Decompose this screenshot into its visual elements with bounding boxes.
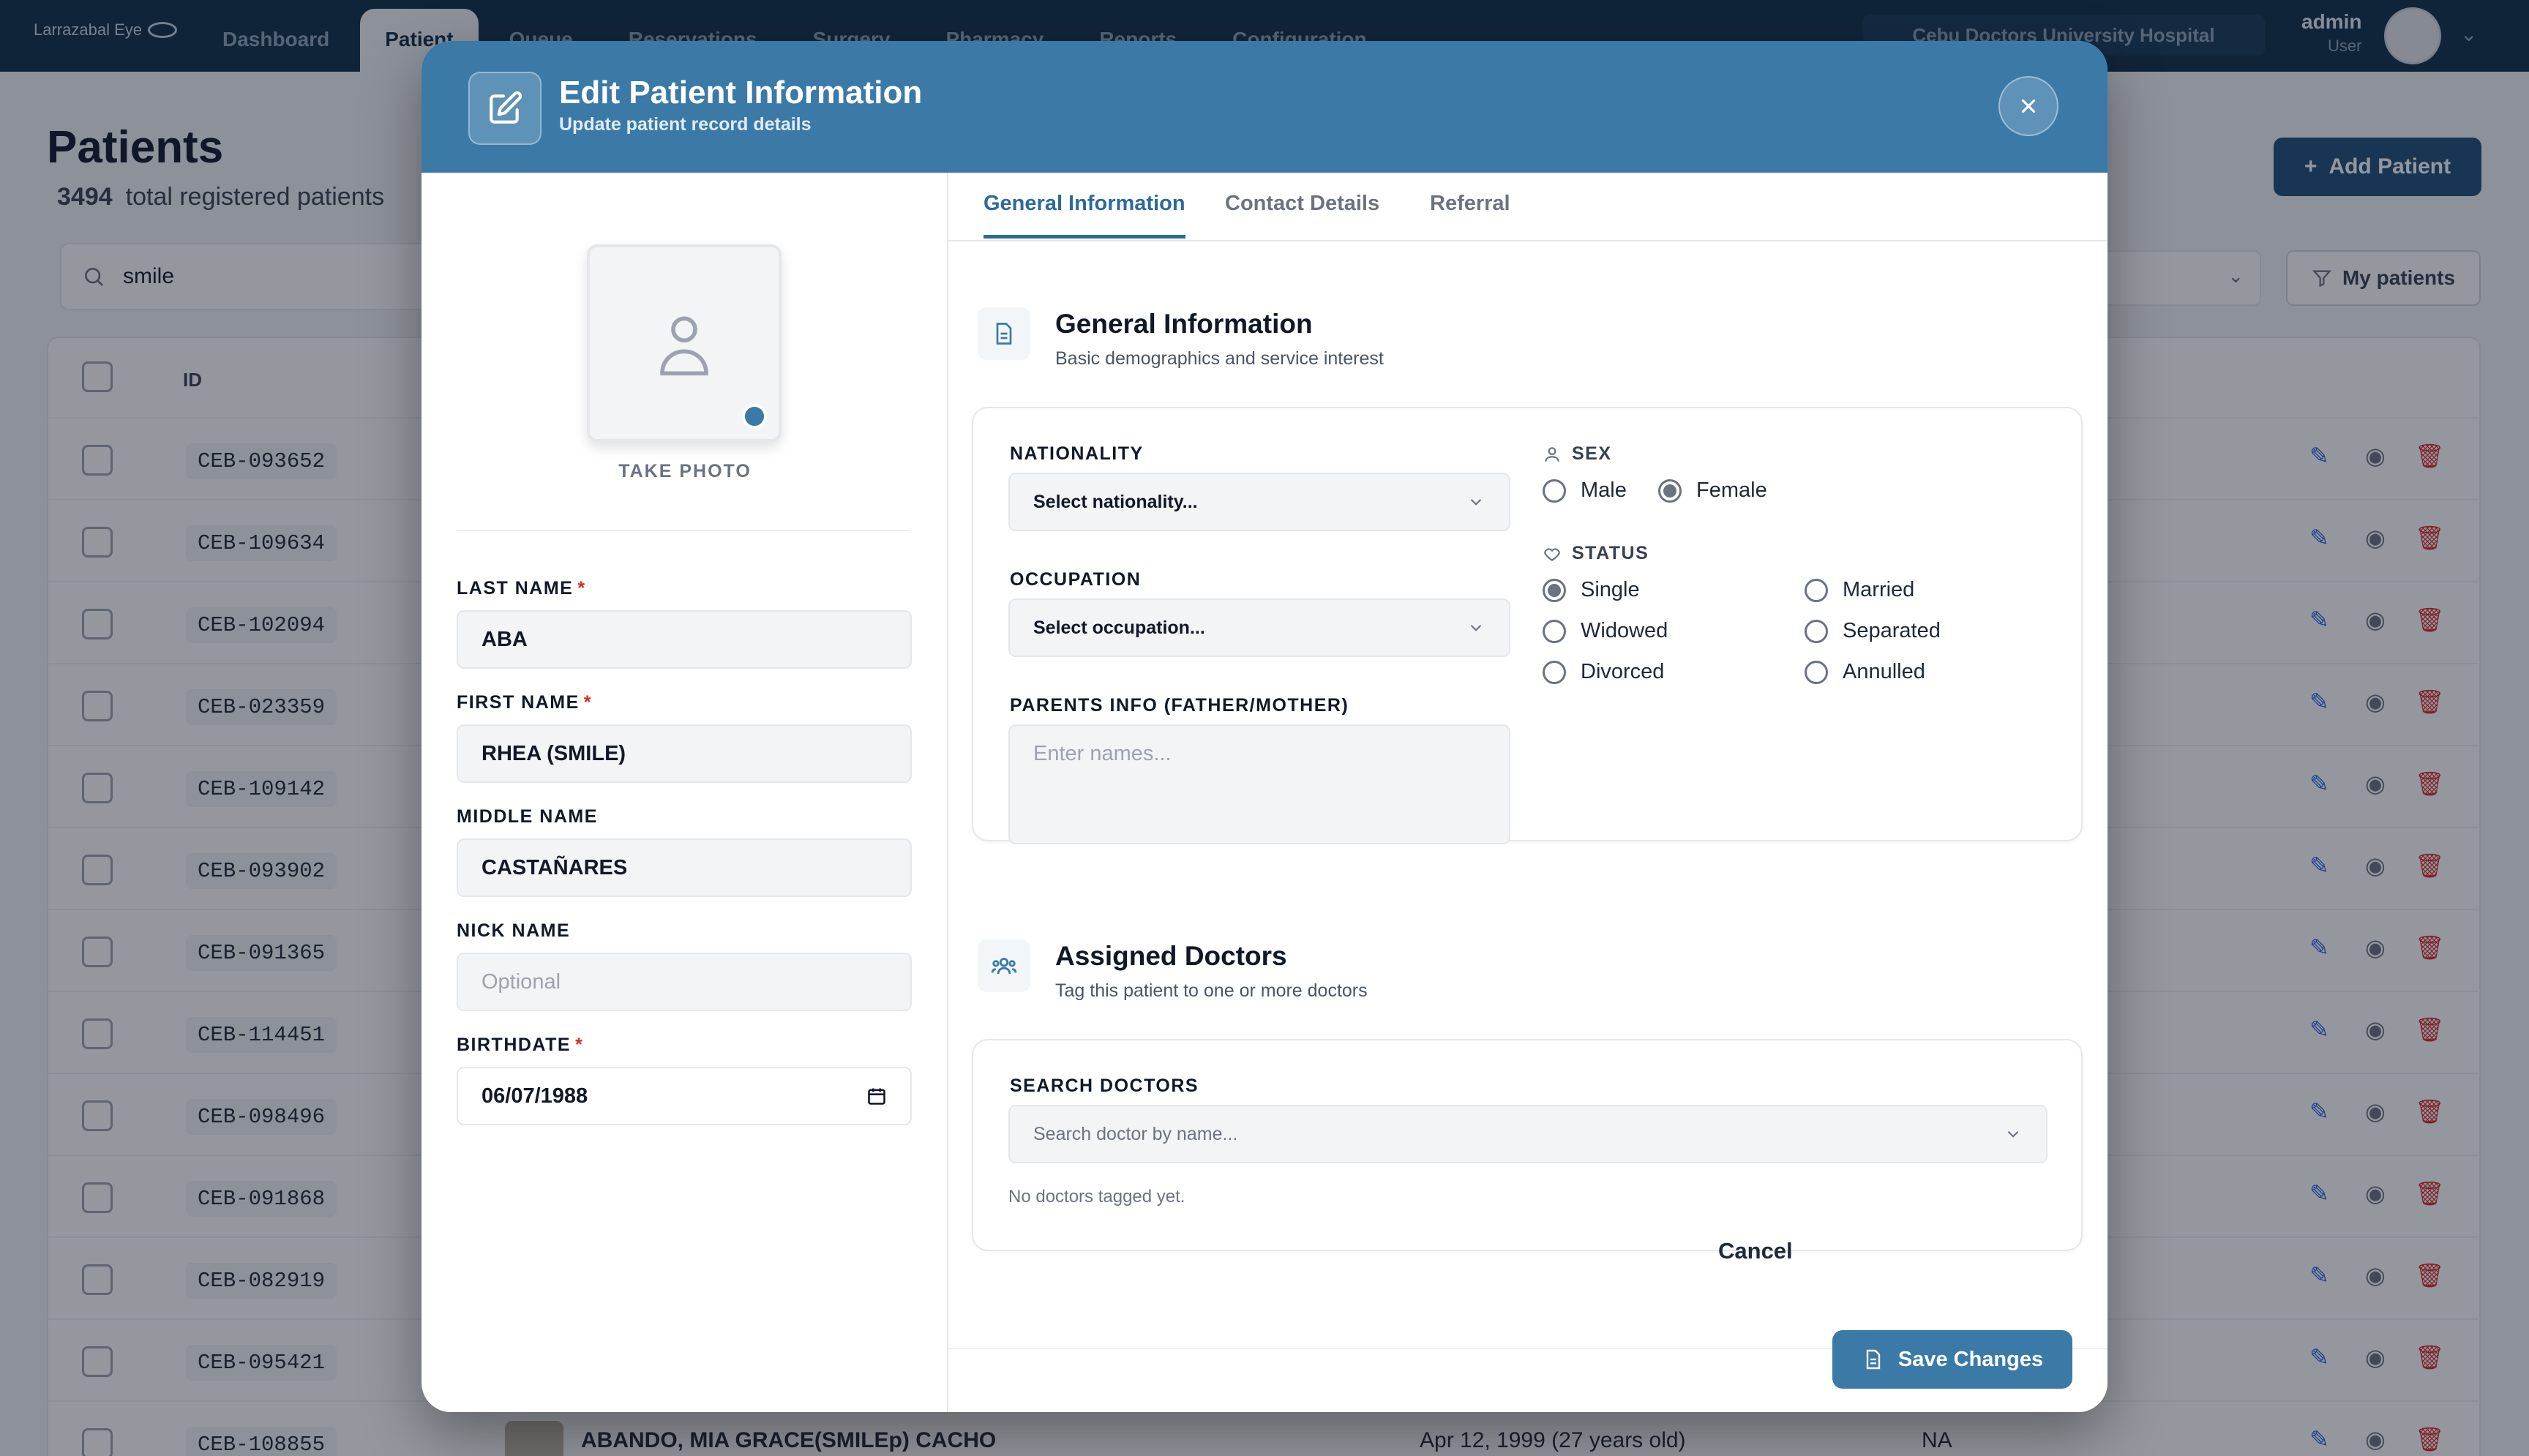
status-option-label: Separated: [1843, 619, 1941, 642]
heart-icon: [1544, 547, 1560, 561]
camera-indicator[interactable]: [742, 404, 767, 429]
status-option-label: Widowed: [1581, 619, 1668, 642]
sex-option-label: Female: [1696, 479, 1767, 502]
close-button[interactable]: [1998, 76, 2058, 136]
modal-header: Edit Patient Information Update patient …: [422, 41, 2108, 173]
chevron-down-icon: [1470, 498, 1482, 506]
status-option-single[interactable]: Single: [1543, 578, 1640, 602]
status-label: STATUS: [1572, 543, 1649, 563]
status-option-label: Annulled: [1843, 660, 1925, 683]
required-mark: *: [575, 1035, 584, 1055]
last-name-label-text: LAST NAME: [457, 578, 574, 598]
status-option-married[interactable]: Married: [1805, 578, 1914, 602]
no-doctors-message: No doctors tagged yet.: [1008, 1187, 1185, 1207]
occupation-select[interactable]: Select occupation...: [1008, 598, 1510, 657]
radio-married[interactable]: [1805, 578, 1828, 602]
edit-icon: [468, 72, 542, 145]
document-icon: [978, 307, 1030, 360]
birthdate-label-text: BIRTHDATE: [457, 1035, 572, 1055]
nick-name-field[interactable]: Optional: [457, 953, 912, 1011]
modal-subtitle: Update patient record details: [559, 114, 812, 135]
status-option-separated[interactable]: Separated: [1805, 619, 1941, 643]
first-name-field[interactable]: RHEA (SMILE): [457, 724, 912, 783]
status-option-divorced[interactable]: Divorced: [1543, 660, 1664, 684]
file-icon: [1866, 1349, 1881, 1370]
users-icon: [978, 939, 1030, 992]
general-section-subtitle: Basic demographics and service interest: [1055, 348, 1384, 369]
tab-bar: General Information Contact Details Refe…: [948, 173, 2108, 241]
birthdate-label: BIRTHDATE *: [457, 1035, 583, 1056]
tab-general-information[interactable]: General Information: [984, 192, 1185, 239]
doctors-section-subtitle: Tag this patient to one or more doctors: [1055, 980, 1368, 1001]
close-icon: [2021, 99, 2036, 113]
general-info-card: NATIONALITY Select nationality... OCCUPA…: [972, 407, 2083, 844]
occupation-placeholder: Select occupation...: [1033, 617, 1205, 638]
tab-referral[interactable]: Referral: [1430, 192, 1510, 235]
middle-name-label: MIDDLE NAME: [457, 806, 598, 827]
nick-name-label: NICK NAME: [457, 920, 571, 941]
sex-heading: SEX: [1543, 443, 1612, 465]
radio-annulled[interactable]: [1805, 660, 1828, 684]
radio-separated[interactable]: [1805, 619, 1828, 643]
status-option-label: Married: [1843, 578, 1915, 601]
status-heading: STATUS: [1543, 543, 1649, 564]
cancel-button[interactable]: Cancel: [1718, 1238, 1793, 1264]
take-photo-label[interactable]: TAKE PHOTO: [422, 461, 948, 482]
occupation-label: OCCUPATION: [1010, 569, 1142, 590]
sex-option-label: Male: [1581, 479, 1627, 502]
required-mark: *: [577, 578, 586, 598]
last-name-field[interactable]: ABA: [457, 610, 912, 669]
doctors-section-title: Assigned Doctors: [1055, 941, 1287, 971]
nationality-select[interactable]: Select nationality...: [1008, 473, 1510, 531]
sex-option-male[interactable]: Male: [1543, 479, 1627, 503]
first-name-label: FIRST NAME *: [457, 692, 592, 713]
tab-contact-details[interactable]: Contact Details: [1225, 192, 1379, 235]
radio-single[interactable]: [1543, 578, 1566, 602]
status-option-label: Single: [1581, 578, 1640, 601]
modal-title: Edit Patient Information: [559, 75, 923, 110]
save-changes-button[interactable]: Save Changes: [1832, 1330, 2072, 1389]
radio-divorced[interactable]: [1543, 660, 1566, 684]
general-section-title: General Information: [1055, 309, 1313, 339]
search-doctors-placeholder: Search doctor by name...: [1033, 1123, 1238, 1144]
radio-male[interactable]: [1543, 479, 1566, 503]
required-mark: *: [583, 692, 593, 713]
sex-label: SEX: [1572, 443, 1612, 464]
parents-info-label: PARENTS INFO (FATHER/MOTHER): [1010, 695, 1349, 716]
radio-widowed[interactable]: [1543, 619, 1566, 643]
save-changes-label: Save Changes: [1897, 1347, 2044, 1371]
last-name-label: LAST NAME *: [457, 578, 586, 599]
parents-info-textarea[interactable]: Enter names...: [1008, 724, 1510, 844]
nationality-placeholder: Select nationality...: [1033, 491, 1198, 512]
chevron-down-icon: [2007, 1130, 2019, 1138]
details-pane: General Information Contact Details Refe…: [948, 173, 2108, 1412]
calendar-icon[interactable]: [866, 1086, 887, 1106]
status-option-label: Divorced: [1581, 660, 1665, 683]
nationality-label: NATIONALITY: [1010, 443, 1144, 464]
chevron-down-icon: [1470, 624, 1482, 631]
birthdate-value: 06/07/1988: [482, 1084, 588, 1108]
status-option-annulled[interactable]: Annulled: [1805, 660, 1925, 684]
user-icon: [660, 316, 708, 376]
radio-female[interactable]: [1658, 479, 1682, 503]
status-option-widowed[interactable]: Widowed: [1543, 619, 1668, 643]
edit-patient-modal: Edit Patient Information Update patient …: [422, 41, 2108, 1412]
search-doctors-input[interactable]: Search doctor by name...: [1008, 1105, 2047, 1163]
patient-identity-pane: TAKE PHOTO LAST NAME * ABA FIRST NAME * RH…: [422, 173, 948, 1412]
divider: [457, 530, 910, 531]
assigned-doctors-card: SEARCH DOCTORS Search doctor by name... …: [972, 1039, 2083, 1251]
search-doctors-label: SEARCH DOCTORS: [1010, 1076, 1199, 1096]
sex-option-female[interactable]: Female: [1658, 479, 1767, 503]
first-name-label-text: FIRST NAME: [457, 692, 580, 713]
middle-name-field[interactable]: CASTAÑARES: [457, 838, 912, 897]
birthdate-field[interactable]: 06/07/1988: [457, 1067, 912, 1125]
user-icon: [1545, 446, 1559, 462]
